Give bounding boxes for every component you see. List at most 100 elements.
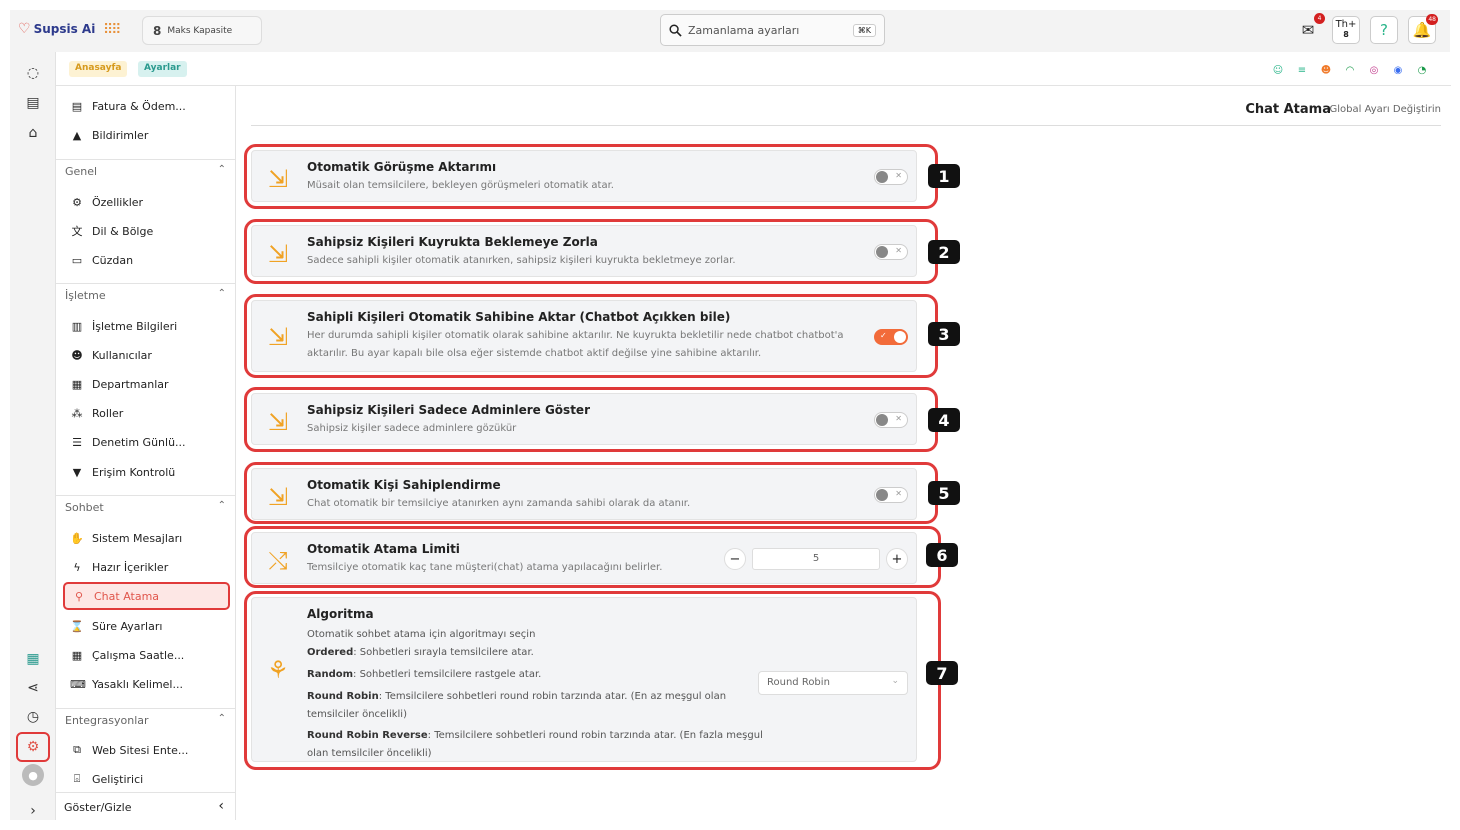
algo-round-robin-cont: temsilciler öncelikli): [307, 709, 407, 720]
setting-title: Sahipsiz Kişileri Sadece Adminlere Göste…: [307, 403, 590, 417]
plus-icon: +: [1348, 19, 1357, 30]
menu-item-label: Departmanlar: [92, 377, 169, 391]
bell-icon: ▲: [72, 128, 82, 142]
section-label: Entegrasyonlar: [65, 714, 149, 727]
transfer-icon: ⇲: [267, 483, 289, 511]
breadcrumb-home[interactable]: Anasayfa: [69, 61, 128, 77]
messenger-icon[interactable]: ◉: [1389, 61, 1407, 79]
toggle-switch[interactable]: ✕: [874, 244, 908, 260]
hourglass-icon: ⌛: [70, 619, 84, 633]
menu-item-label: Yasaklı Kelimel...: [92, 677, 183, 691]
menu-item-canned-responses[interactable]: ϟ Hazır İçerikler: [70, 556, 168, 578]
menu-item-website-integration[interactable]: ⧉ Web Sitesi Ente...: [70, 739, 188, 761]
menu-item-time-settings[interactable]: ⌛ Süre Ayarları: [70, 615, 162, 637]
capacity-box[interactable]: 8 Maks Kapasite: [142, 16, 262, 45]
list-icon[interactable]: ≡: [1293, 61, 1311, 79]
bot-icon[interactable]: ☺: [1269, 61, 1287, 79]
mail-icon: ✉: [1301, 21, 1315, 39]
algo-key: Random: [307, 669, 354, 680]
share-icon[interactable]: ⋖: [22, 677, 44, 699]
menu-item-language[interactable]: 文 Dil & Bölge: [70, 220, 154, 242]
mail-badge: 4: [1314, 13, 1325, 24]
toggle-switch-on[interactable]: ✓: [874, 329, 908, 345]
setting-desc: Sahipsiz kişiler sadece adminlere gözükü…: [307, 423, 517, 434]
algorithm-select[interactable]: Round Robin ⌄: [758, 671, 908, 695]
search-box[interactable]: Zamanlama ayarları ⌘K: [660, 14, 885, 46]
menu-item-wallet[interactable]: ▭ Cüzdan: [70, 249, 133, 271]
inbox-icon[interactable]: ⌂: [22, 122, 44, 144]
chat-bubble-icon[interactable]: ◌: [22, 62, 44, 84]
menu-item-features[interactable]: ⚙ Özellikler: [70, 191, 143, 213]
tree-icon: ⚘: [267, 656, 289, 684]
section-isletme[interactable]: İşletme ⌃: [56, 283, 236, 307]
step-number: 5: [928, 481, 960, 505]
whatsapp-icon[interactable]: ◔: [1413, 61, 1431, 79]
menu-item-banned-words[interactable]: ⌨ Yasaklı Kelimel...: [70, 673, 183, 695]
menu-item-departments[interactable]: ▦ Departmanlar: [70, 373, 169, 395]
algo-round-robin: Round Robin: Temsilcilere sohbetleri rou…: [307, 688, 777, 706]
menu-item-chat-assignment[interactable]: ⚲ Chat Atama: [63, 582, 230, 610]
menu-item-notifications[interactable]: ▲ Bildirimler: [70, 124, 149, 146]
expand-chevron-icon[interactable]: ›: [22, 800, 44, 822]
menu-item-label: Kullanıcılar: [92, 348, 152, 362]
select-value: Round Robin: [767, 677, 830, 688]
setting-title: Sahipli Kişileri Otomatik Sahibine Aktar…: [307, 310, 731, 324]
notifications-button[interactable]: 🔔 48: [1408, 14, 1438, 44]
menu-item-business-info[interactable]: ▥ İşletme Bilgileri: [70, 315, 177, 337]
person-arms-icon: ⚲: [74, 589, 84, 603]
contact-card-icon[interactable]: ▤: [22, 92, 44, 114]
menu-item-working-hours[interactable]: ▦ Çalışma Saatle...: [70, 644, 185, 666]
instagram-icon[interactable]: ◎: [1365, 61, 1383, 79]
apps-grid-icon[interactable]: ⠿⠿: [103, 22, 121, 38]
menu-item-billing[interactable]: ▤ Fatura & Ödem...: [70, 95, 186, 117]
logo-icon: ♡: [18, 21, 31, 37]
toggle-menu-button[interactable]: Göster/Gizle ‹: [56, 792, 236, 820]
menu-item-label: Geliştirici: [92, 772, 144, 786]
top-icons: ✉ 4 Th+ 8 ? 🔔 48: [1294, 13, 1438, 44]
team-button[interactable]: Th+ 8: [1332, 16, 1360, 44]
app-logo[interactable]: ♡ Supsis Ai: [18, 21, 95, 37]
menu-item-label: Erişim Kontrolü: [92, 465, 176, 479]
list-icon: ☰: [72, 435, 82, 449]
transfer-icon: ⇲: [267, 323, 289, 351]
mail-button[interactable]: ✉ 4: [1294, 13, 1325, 44]
menu-item-developer[interactable]: ⌻ Geliştirici: [70, 768, 144, 790]
menu-item-label: Roller: [92, 406, 124, 420]
wifi-icon[interactable]: ◠: [1341, 61, 1359, 79]
menu-item-access-control[interactable]: ▼ Erişim Kontrolü: [70, 461, 175, 483]
algo-text: : Sohbetleri temsilcilere rastgele atar.: [353, 669, 542, 680]
dashboard-icon[interactable]: ▦: [22, 648, 44, 670]
section-genel[interactable]: Genel ⌃: [56, 159, 236, 183]
top-bar: ♡ Supsis Ai ⠿⠿ 8 Maks Kapasite Zamanlama…: [10, 10, 1450, 52]
settings-gear-icon[interactable]: ⚙: [16, 732, 50, 762]
page-subtitle: Global Ayarı Değiştirin: [1329, 104, 1441, 115]
toggle-switch[interactable]: ✕: [874, 169, 908, 185]
algo-round-robin-reverse-cont: olan temsilciler öncelikli): [307, 748, 432, 759]
toggle-switch[interactable]: ✕: [874, 412, 908, 428]
notif-badge: 48: [1426, 14, 1438, 25]
algo-text: : Temsilcilere sohbetleri round robin ta…: [427, 730, 763, 741]
algo-ordered: Ordered: Sohbetleri sırayla temsilcilere…: [307, 644, 777, 662]
toggle-switch[interactable]: ✕: [874, 487, 908, 503]
avatar[interactable]: ●: [22, 764, 44, 786]
clock-icon[interactable]: ◷: [22, 706, 44, 728]
increment-button[interactable]: +: [886, 548, 908, 570]
decrement-button[interactable]: −: [724, 548, 746, 570]
menu-item-system-messages[interactable]: ✋ Sistem Mesajları: [70, 527, 182, 549]
caret-up-icon: ⌃: [217, 164, 226, 175]
menu-item-audit-log[interactable]: ☰ Denetim Günlü...: [70, 431, 185, 453]
limit-input[interactable]: 5: [752, 548, 880, 570]
settings-menu: ▤ Fatura & Ödem... ▲ Bildirimler Genel ⌃ ⚙ Ö…: [56, 86, 236, 820]
users-icon[interactable]: ☻: [1317, 61, 1335, 79]
menu-item-users[interactable]: ☻ Kullanıcılar: [70, 344, 152, 366]
search-input[interactable]: Zamanlama ayarları: [688, 24, 847, 37]
help-button[interactable]: ?: [1370, 16, 1398, 44]
algo-random: Random: Sohbetleri temsilcilere rastgele…: [307, 666, 777, 684]
section-integrations[interactable]: Entegrasyonlar ⌃: [56, 708, 236, 732]
menu-item-roles[interactable]: ⁂ Roller: [70, 402, 124, 424]
section-sohbet[interactable]: Sohbet ⌃: [56, 495, 236, 519]
step-number: 6: [926, 543, 958, 567]
capacity-value: 8: [153, 23, 162, 38]
breadcrumb-settings[interactable]: Ayarlar: [138, 61, 187, 77]
setting-title: Otomatik Atama Limiti: [307, 542, 460, 556]
